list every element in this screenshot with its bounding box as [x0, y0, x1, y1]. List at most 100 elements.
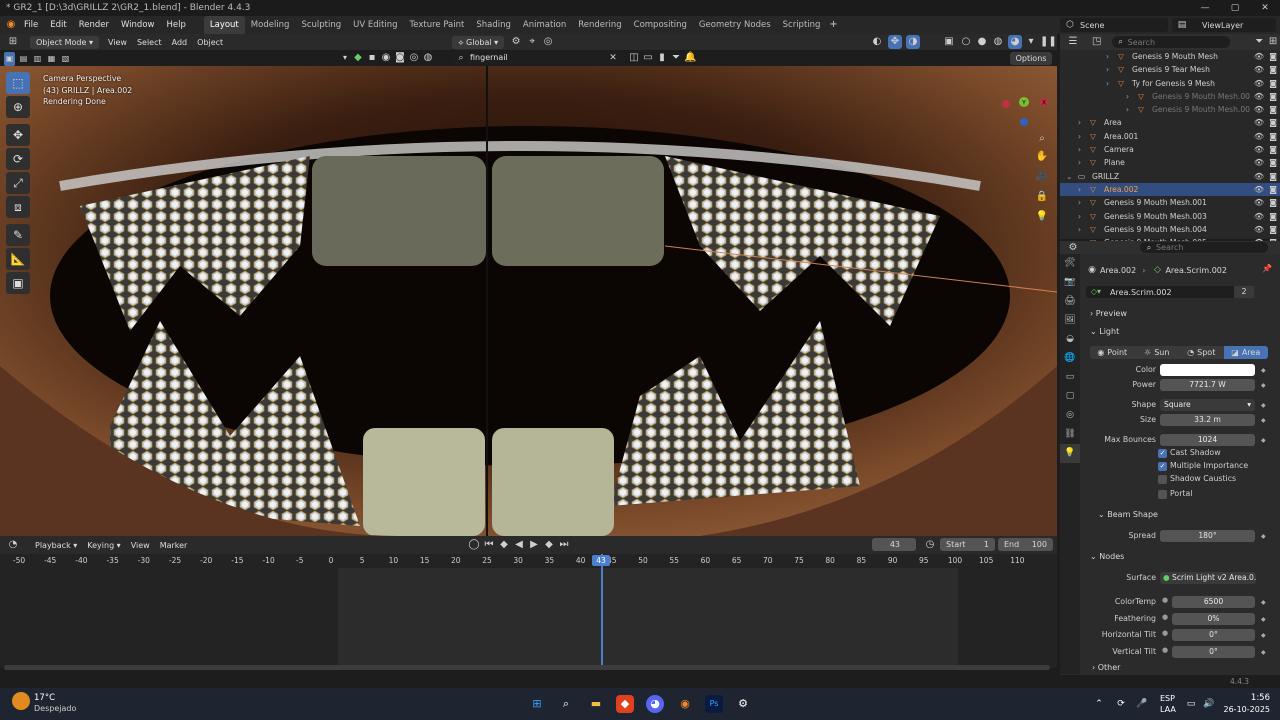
- overlay-toggle-icon[interactable]: ◑: [906, 35, 920, 49]
- expand-arrow-icon[interactable]: ›: [1106, 77, 1118, 90]
- transform-orientation-dropdown[interactable]: ⟡ Global ▾: [452, 35, 505, 49]
- shading-options-icon[interactable]: ▾: [1026, 35, 1036, 49]
- scale-tool-icon[interactable]: ⤢: [6, 172, 30, 194]
- light-type-point[interactable]: ◉ Point: [1090, 346, 1135, 360]
- render-camera-icon[interactable]: ◙: [1269, 63, 1277, 76]
- scene-tab-icon[interactable]: ◒: [1060, 330, 1080, 349]
- timeline-editor-icon[interactable]: ◔: [6, 538, 20, 552]
- menu-view[interactable]: View: [103, 38, 132, 47]
- brave-browser-icon[interactable]: ◆: [616, 695, 634, 713]
- menu-render[interactable]: Render: [73, 16, 115, 34]
- outliner-row[interactable]: › ▽ Genesis 9 Mouth Mesh.00 👁 ◙: [1060, 90, 1280, 103]
- power-keyframe-icon[interactable]: ◆: [1261, 382, 1266, 389]
- view-layer-selector[interactable]: ▤ ViewLayer: [1172, 18, 1276, 32]
- photoshop-icon[interactable]: Ps: [705, 695, 723, 713]
- visibility-eye-icon[interactable]: 👁: [1254, 156, 1264, 169]
- outliner-row[interactable]: › ▽ Plane 👁 ◙: [1060, 156, 1280, 169]
- file-explorer-icon[interactable]: ▬: [587, 695, 605, 713]
- menu-playback[interactable]: Playback ▾: [30, 541, 82, 550]
- maximize-button[interactable]: ▢: [1220, 0, 1250, 16]
- properties-search[interactable]: ⌕ Search: [1140, 242, 1268, 253]
- light-icon[interactable]: 💡: [1034, 210, 1050, 224]
- xray-icon[interactable]: ▣: [942, 35, 956, 49]
- visibility-eye-icon[interactable]: 👁: [1254, 116, 1264, 129]
- physics-tab-icon[interactable]: ◎: [1060, 406, 1080, 425]
- pivot-icon[interactable]: ⚙: [508, 35, 524, 49]
- outliner-row[interactable]: › ▽ Area.001 👁 ◙: [1060, 130, 1280, 143]
- material-shading-icon[interactable]: ◍: [992, 35, 1004, 49]
- user-count[interactable]: 2: [1234, 286, 1254, 298]
- tab-modeling[interactable]: Modeling: [245, 16, 296, 34]
- timeline-ruler[interactable]: -50 -45 -40 -35 -30 -25 -20 -15 -10 -5 0 5 10 15 20 25 3…: [0, 554, 1057, 568]
- colortemp-socket-icon[interactable]: ●: [1162, 596, 1168, 604]
- visibility-icon[interactable]: ◐: [870, 35, 884, 49]
- expand-arrow-icon[interactable]: ›: [1078, 210, 1090, 223]
- menu-marker[interactable]: Marker: [155, 541, 193, 550]
- minimize-button[interactable]: —: [1190, 0, 1220, 16]
- render-camera-icon[interactable]: ◙: [1269, 183, 1277, 196]
- filter-empty-icon[interactable]: ◎: [408, 51, 420, 65]
- view-options-icon[interactable]: ◫: [628, 51, 640, 65]
- scene-selector[interactable]: ⬡ Scene: [1060, 18, 1168, 32]
- max-bounces-field[interactable]: 1024: [1160, 434, 1255, 446]
- cursor-tool-icon[interactable]: ⊕: [6, 96, 30, 118]
- menu-file[interactable]: File: [18, 16, 44, 34]
- snap-icon[interactable]: ⌖: [524, 35, 540, 49]
- size-keyframe-icon[interactable]: ◆: [1261, 417, 1266, 424]
- output-tab-icon[interactable]: 🖨: [1060, 292, 1080, 311]
- object-tab-icon[interactable]: ▢: [1060, 387, 1080, 406]
- expand-arrow-icon[interactable]: ›: [1126, 103, 1138, 116]
- tab-uv-editing[interactable]: UV Editing: [347, 16, 403, 34]
- bookmark-icon[interactable]: ▮: [656, 51, 668, 65]
- horizontal-tilt-socket-icon[interactable]: ●: [1162, 629, 1168, 637]
- horizontal-tilt-keyframe-icon[interactable]: ◆: [1261, 632, 1266, 639]
- menu-object[interactable]: Object: [192, 38, 228, 47]
- datablock-name[interactable]: Area.Scrim.002: [1110, 288, 1172, 297]
- tray-chevron-icon[interactable]: ⌃: [1090, 695, 1108, 713]
- render-camera-icon[interactable]: ◙: [1269, 103, 1277, 116]
- visibility-eye-icon[interactable]: 👁: [1254, 170, 1264, 183]
- size-field[interactable]: 33.2 m: [1160, 414, 1255, 426]
- tab-compositing[interactable]: Compositing: [628, 16, 693, 34]
- pin-icon[interactable]: 📌: [1262, 262, 1272, 276]
- visibility-eye-icon[interactable]: 👁: [1254, 50, 1264, 63]
- outliner-filter-icon[interactable]: ⏷: [1252, 35, 1266, 49]
- expand-arrow-icon[interactable]: ›: [1106, 50, 1118, 63]
- render-camera-icon[interactable]: ◙: [1269, 143, 1277, 156]
- start-menu-icon[interactable]: ⊞: [528, 695, 546, 713]
- proportional-edit-icon[interactable]: ◎: [540, 35, 556, 49]
- zoom-icon[interactable]: ⌕: [1034, 132, 1050, 146]
- menu-help[interactable]: Help: [160, 16, 191, 34]
- visibility-eye-icon[interactable]: 👁: [1254, 183, 1264, 196]
- tab-shading[interactable]: Shading: [470, 16, 517, 34]
- mode-dropdown[interactable]: Object Mode ▾: [30, 35, 99, 49]
- section-beam-shape[interactable]: ⌄ Beam Shape: [1098, 510, 1158, 519]
- constraints-tab-icon[interactable]: ⛓: [1060, 425, 1080, 444]
- checkbox[interactable]: ✓: [1158, 462, 1167, 471]
- start-frame-field[interactable]: Start 1: [940, 538, 995, 551]
- close-window-button[interactable]: ✕: [1250, 0, 1280, 16]
- select-box-tool-icon[interactable]: ⬚: [6, 72, 30, 94]
- view-layer-tab-icon[interactable]: 🖼: [1060, 311, 1080, 330]
- feathering-socket-icon[interactable]: ●: [1162, 613, 1168, 621]
- checkbox[interactable]: [1158, 475, 1167, 484]
- search-input[interactable]: fingernail: [470, 53, 508, 62]
- settings-icon[interactable]: ⚙: [734, 695, 752, 713]
- outliner-row[interactable]: › ▽ Ty for Genesis 9 Mesh 👁 ◙: [1060, 77, 1280, 90]
- tray-sync-icon[interactable]: ⟳: [1112, 695, 1130, 713]
- jump-end-icon[interactable]: ⏭: [558, 538, 570, 552]
- visibility-eye-icon[interactable]: 👁: [1254, 143, 1264, 156]
- visibility-eye-icon[interactable]: 👁: [1254, 90, 1264, 103]
- filter-light-icon[interactable]: ◉: [380, 51, 392, 65]
- pan-hand-icon[interactable]: ✋: [1034, 150, 1050, 164]
- keyboard-layout-label[interactable]: LAA: [1160, 705, 1176, 714]
- light-type-sun[interactable]: ☼ Sun: [1135, 346, 1180, 360]
- outliner-row[interactable]: › ▽ Genesis 9 Tear Mesh 👁 ◙: [1060, 63, 1280, 76]
- tab-layout[interactable]: Layout: [203, 16, 245, 34]
- annotate-tool-icon[interactable]: ✎: [6, 224, 30, 246]
- move-tool-icon[interactable]: ✥: [6, 124, 30, 146]
- weather-icon[interactable]: [12, 692, 30, 710]
- light-type-spot[interactable]: ◔ Spot: [1179, 346, 1224, 360]
- viewport-search[interactable]: ⌕ fingernail ✕: [452, 51, 622, 64]
- vertical-tilt-socket-icon[interactable]: ●: [1162, 646, 1168, 654]
